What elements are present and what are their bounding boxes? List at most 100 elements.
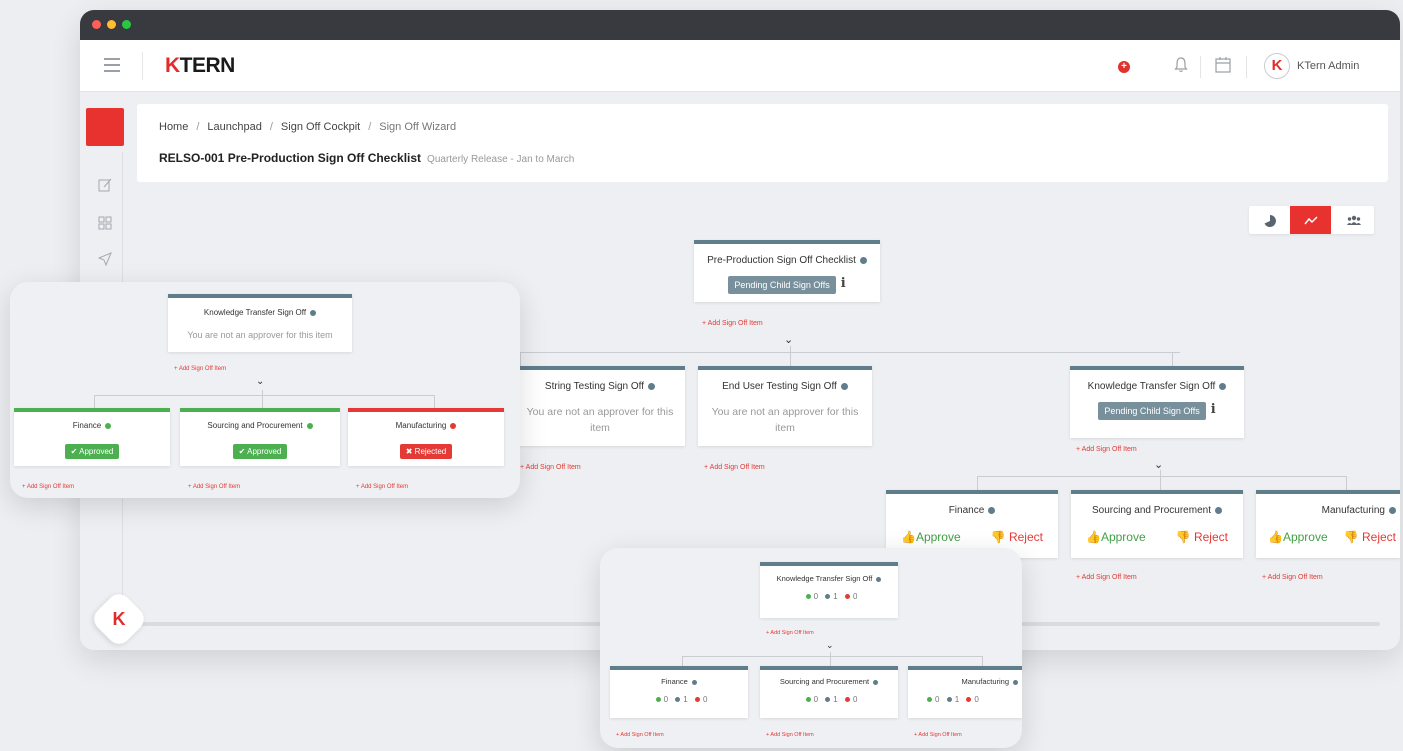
tree-node-manufacturing[interactable]: Manufacturing 👍Approve 👎 Reject <box>1256 490 1400 558</box>
user-avatar[interactable]: K <box>1264 53 1290 79</box>
thumbs-down-icon: 👎 <box>990 530 1006 544</box>
status-dot <box>1013 679 1018 685</box>
reject-button[interactable]: 👎 Reject <box>1176 530 1228 544</box>
status-dot <box>105 422 112 429</box>
breadcrumb-home[interactable]: Home <box>159 121 188 133</box>
calendar-icon[interactable] <box>1215 56 1231 74</box>
reject-button[interactable]: 👎 Reject <box>1344 530 1396 544</box>
info-icon[interactable]: i <box>841 276 846 291</box>
approved-badge: ✔ Approved <box>232 444 288 459</box>
add-sign-off-item-link[interactable]: + Add Sign Off Item <box>766 630 814 636</box>
tree-connector <box>434 395 435 408</box>
not-approver-message: You are not an approver for this item <box>526 406 674 434</box>
pending-count-dot <box>675 697 681 703</box>
panel-node-knowledge-transfer[interactable]: Knowledge Transfer Sign Off You are not … <box>168 294 352 352</box>
add-sign-off-item-link[interactable]: + Add Sign Off Item <box>22 484 74 490</box>
approved-count-dot <box>655 697 661 703</box>
window-minimize-button[interactable] <box>107 20 116 29</box>
approve-button[interactable]: 👍Approve <box>1268 530 1328 544</box>
close-circle-icon: ✖ <box>405 447 413 456</box>
tree-node-root[interactable]: Pre-Production Sign Off Checklist Pendin… <box>694 240 880 302</box>
send-icon[interactable] <box>98 252 112 266</box>
sidebar-item-active[interactable] <box>86 108 124 146</box>
chevron-down-icon[interactable]: ⌄ <box>1154 458 1163 471</box>
panel-node-manufacturing[interactable]: Manufacturing 0 1 0 <box>908 666 1022 718</box>
approved-count-dot <box>805 594 811 600</box>
approval-counts: 0 1 0 <box>760 592 898 601</box>
page-header-card: Home / Launchpad / Sign Off Cockpit / Sign Off… <box>137 104 1388 182</box>
pending-count-dot <box>825 594 831 600</box>
tree-view-button[interactable] <box>1290 206 1331 234</box>
thumbs-down-icon: 👎 <box>1343 530 1359 544</box>
add-sign-off-item-link[interactable]: + Add Sign Off Item <box>520 464 581 471</box>
rejected-badge: ✖ Rejected <box>399 444 453 459</box>
status-dot <box>691 679 697 685</box>
info-icon[interactable]: i <box>1211 402 1216 417</box>
add-sign-off-item-link[interactable]: + Add Sign Off Item <box>1076 574 1137 581</box>
users-view-button[interactable] <box>1333 206 1374 234</box>
panel-node-manufacturing[interactable]: Manufacturing ✖ Rejected <box>348 408 504 466</box>
reject-button[interactable]: 👎 Reject <box>991 530 1043 544</box>
tree-connector <box>977 476 978 490</box>
tree-connector <box>94 395 434 396</box>
check-circle-icon: ✔ <box>238 447 246 456</box>
tree-node-end-user-testing[interactable]: End User Testing Sign Off You are not an… <box>698 366 872 446</box>
approve-button[interactable]: 👍Approve <box>1086 530 1146 544</box>
approval-counts: 0 1 0 <box>760 695 898 704</box>
window-titlebar <box>80 10 1400 40</box>
approval-counts: 0 1 0 <box>610 695 748 704</box>
header-separator <box>1200 56 1201 78</box>
add-sign-off-item-link[interactable]: + Add Sign Off Item <box>704 464 765 471</box>
tree-connector <box>1346 476 1347 490</box>
add-sign-off-item-link[interactable]: + Add Sign Off Item <box>616 732 664 738</box>
add-sign-off-item-link[interactable]: + Add Sign Off Item <box>702 320 763 327</box>
tree-connector <box>1160 476 1161 490</box>
breadcrumb-launchpad[interactable]: Launchpad <box>207 121 261 133</box>
bell-icon[interactable] <box>1172 56 1190 74</box>
add-sign-off-item-link[interactable]: + Add Sign Off Item <box>1076 446 1137 453</box>
menu-icon[interactable] <box>104 58 120 72</box>
add-sign-off-item-link[interactable]: + Add Sign Off Item <box>766 732 814 738</box>
add-sign-off-item-link[interactable]: + Add Sign Off Item <box>914 732 962 738</box>
app-logo[interactable]: KTERN <box>165 54 235 78</box>
add-sign-off-item-link[interactable]: + Add Sign Off Item <box>174 366 226 372</box>
ktern-fab-logo[interactable]: K <box>89 589 149 649</box>
add-sign-off-item-link[interactable]: + Add Sign Off Item <box>188 484 240 490</box>
status-dot <box>1214 506 1222 514</box>
status-dot <box>310 309 317 316</box>
user-name[interactable]: KTern Admin <box>1297 60 1359 72</box>
window-close-button[interactable] <box>92 20 101 29</box>
app-header: KTERN + K KTern Admin <box>80 40 1400 92</box>
header-divider <box>142 52 143 80</box>
pie-chart-view-button[interactable] <box>1249 206 1290 234</box>
grid-icon[interactable] <box>98 216 112 230</box>
edit-icon[interactable] <box>98 178 112 192</box>
tree-connector <box>520 352 521 366</box>
add-sign-off-item-link[interactable]: + Add Sign Off Item <box>356 484 408 490</box>
window-maximize-button[interactable] <box>122 20 131 29</box>
breadcrumb-sign-off-cockpit[interactable]: Sign Off Cockpit <box>281 121 360 133</box>
add-icon[interactable]: + <box>1118 61 1130 73</box>
users-icon <box>1346 216 1361 226</box>
status-dot <box>306 422 313 429</box>
add-sign-off-item-link[interactable]: + Add Sign Off Item <box>1262 574 1323 581</box>
status-dot <box>876 576 882 582</box>
panel-node-finance[interactable]: Finance 0 1 0 <box>610 666 748 718</box>
tree-node-knowledge-transfer[interactable]: Knowledge Transfer Sign Off Pending Chil… <box>1070 366 1244 438</box>
tree-node-string-testing[interactable]: String Testing Sign Off You are not an a… <box>515 366 685 446</box>
status-dot <box>859 256 867 264</box>
panel-node-sourcing-procurement[interactable]: Sourcing and Procurement 0 1 0 <box>760 666 898 718</box>
chevron-down-icon[interactable]: ⌄ <box>826 640 834 651</box>
panel-node-sourcing-procurement[interactable]: Sourcing and Procurement ✔ Approved <box>180 408 340 466</box>
chevron-down-icon[interactable]: ⌄ <box>784 333 793 346</box>
panel-node-finance[interactable]: Finance ✔ Approved <box>14 408 170 466</box>
pending-count-dot <box>825 697 831 703</box>
thumbs-up-icon: 👍 <box>1268 530 1283 544</box>
chevron-down-icon[interactable]: ⌄ <box>256 376 264 387</box>
tree-node-sourcing-procurement[interactable]: Sourcing and Procurement 👍Approve 👎 Reje… <box>1071 490 1243 558</box>
not-approver-message: You are not an approver for this item <box>711 406 859 434</box>
page-subtitle: Quarterly Release - Jan to March <box>427 154 575 165</box>
approve-button[interactable]: 👍Approve <box>901 530 961 544</box>
thumbs-up-icon: 👍 <box>901 530 916 544</box>
panel-node-knowledge-transfer[interactable]: Knowledge Transfer Sign Off 0 1 0 <box>760 562 898 618</box>
